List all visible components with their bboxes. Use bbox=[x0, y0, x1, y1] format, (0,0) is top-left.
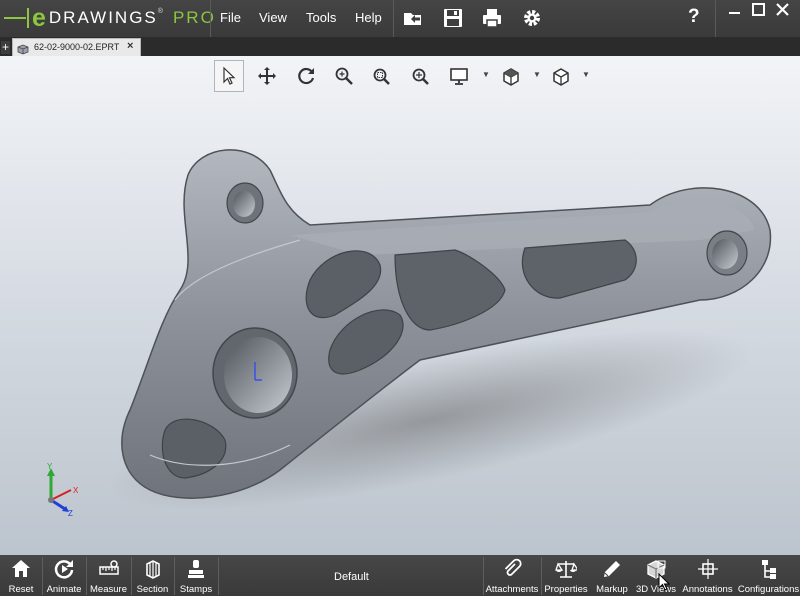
section-label: Section bbox=[136, 584, 169, 595]
chevron-down-icon[interactable]: ▼ bbox=[482, 70, 490, 79]
stamps-button[interactable]: Stamps bbox=[175, 555, 217, 596]
markup-button[interactable]: Markup bbox=[591, 555, 633, 596]
zoom-to-area-icon[interactable] bbox=[366, 60, 396, 92]
stamp-icon bbox=[185, 558, 207, 580]
active-configuration: Default bbox=[334, 571, 369, 583]
menu-tools[interactable]: Tools bbox=[306, 10, 336, 25]
zoom-to-fit-icon[interactable] bbox=[329, 60, 359, 92]
divider bbox=[218, 557, 219, 595]
close-icon[interactable] bbox=[773, 1, 793, 21]
tab-close-button[interactable]: × bbox=[127, 40, 133, 52]
animate-icon bbox=[53, 558, 75, 580]
menu-file[interactable]: File bbox=[220, 10, 241, 25]
configurations-icon bbox=[758, 558, 780, 580]
minimize-icon[interactable] bbox=[725, 1, 745, 21]
menu-help[interactable]: Help bbox=[355, 10, 382, 25]
chevron-down-icon[interactable]: ▼ bbox=[582, 70, 590, 79]
chevron-down-icon[interactable]: ▼ bbox=[533, 70, 541, 79]
attachments-label: Attachments bbox=[485, 584, 539, 595]
pencil-icon bbox=[601, 558, 623, 580]
logo-letter: e bbox=[32, 4, 46, 32]
tab-document[interactable]: 62-02-9000-02.EPRT × bbox=[12, 38, 141, 56]
3d-views-button[interactable]: 3D Views bbox=[634, 555, 678, 596]
section-icon bbox=[142, 558, 164, 580]
animate-button[interactable]: Animate bbox=[43, 555, 85, 596]
view-orientation-icon[interactable] bbox=[496, 60, 526, 92]
logo-name: DRAWINGS® bbox=[48, 8, 165, 27]
help-button[interactable]: ? bbox=[688, 6, 700, 28]
coordinate-triad: Y X Z bbox=[47, 462, 79, 518]
save-icon[interactable] bbox=[442, 7, 464, 29]
annotations-button[interactable]: Annotations bbox=[679, 555, 736, 596]
measure-button[interactable]: Measure bbox=[87, 555, 130, 596]
3d-model-part[interactable] bbox=[110, 140, 780, 510]
triad-y-label: Y bbox=[47, 462, 53, 471]
paperclip-icon bbox=[501, 558, 523, 580]
configurations-button[interactable]: Configurations bbox=[737, 555, 800, 596]
display-style-icon[interactable] bbox=[444, 60, 474, 92]
maximize-icon[interactable] bbox=[749, 1, 769, 21]
reset-button[interactable]: Reset bbox=[1, 555, 41, 596]
standard-views-icon[interactable] bbox=[546, 60, 576, 92]
home-icon bbox=[10, 558, 32, 580]
3d-views-label: 3D Views bbox=[636, 584, 676, 595]
divider bbox=[210, 0, 211, 37]
print-icon[interactable] bbox=[481, 7, 503, 29]
reset-label: Reset bbox=[8, 584, 34, 595]
select-arrow-icon[interactable] bbox=[214, 60, 244, 92]
scales-icon bbox=[555, 558, 577, 580]
zoom-in-out-icon[interactable] bbox=[405, 60, 435, 92]
measure-label: Measure bbox=[90, 584, 127, 595]
edrawings-logo: e DRAWINGS® PRO bbox=[4, 4, 216, 32]
open-file-icon[interactable] bbox=[402, 7, 424, 29]
new-tab-button[interactable]: + bbox=[1, 41, 10, 54]
rotate-icon[interactable] bbox=[291, 60, 321, 92]
stamps-label: Stamps bbox=[179, 584, 213, 595]
triad-x-label: X bbox=[73, 486, 79, 495]
annotations-label: Annotations bbox=[682, 584, 733, 595]
measure-icon bbox=[98, 558, 120, 580]
tab-document-label: 62-02-9000-02.EPRT bbox=[34, 42, 120, 52]
menu-view[interactable]: View bbox=[259, 10, 287, 25]
part-file-icon bbox=[17, 42, 29, 55]
attachments-button[interactable]: Attachments bbox=[484, 555, 540, 596]
pan-icon[interactable] bbox=[252, 60, 282, 92]
properties-button[interactable]: Properties bbox=[542, 555, 590, 596]
settings-gear-icon[interactable] bbox=[521, 7, 543, 29]
triad-z-label: Z bbox=[68, 509, 73, 518]
markup-label: Markup bbox=[596, 584, 628, 595]
properties-label: Properties bbox=[544, 584, 588, 595]
animate-label: Animate bbox=[46, 584, 82, 595]
configurations-label: Configurations bbox=[737, 584, 800, 595]
section-button[interactable]: Section bbox=[132, 555, 173, 596]
divider bbox=[715, 0, 716, 37]
mouse-cursor-icon bbox=[658, 573, 670, 591]
divider bbox=[393, 0, 394, 37]
annotations-icon bbox=[697, 558, 719, 580]
